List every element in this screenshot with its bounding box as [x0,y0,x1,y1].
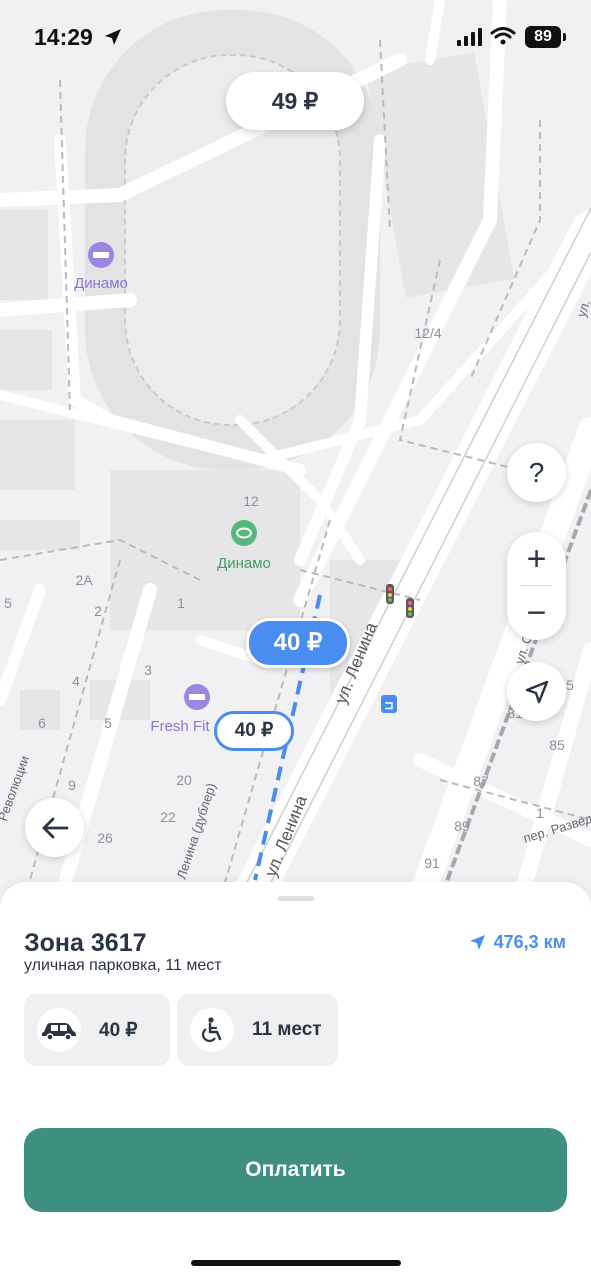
navigation-arrow-icon [469,935,485,950]
house-number: 5 [566,677,574,693]
wheelchair-icon [190,1008,234,1052]
poi-label: Fresh Fit [150,718,210,735]
zone-subtitle: уличная парковка, 11 мест [24,957,222,974]
price-marker-secondary[interactable]: 40 ₽ [214,711,294,751]
wifi-icon [490,27,516,45]
battery-level: 89 [525,26,561,48]
spots-chip: 11 мест [177,994,338,1066]
spots-chip-label: 11 мест [252,1019,322,1040]
house-number: 1 [536,805,544,821]
house-number: 3 [144,662,152,678]
house-number: 12 [243,493,259,509]
house-number: 87 [473,773,489,789]
poi-label: Динамо [217,555,271,572]
house-number: 6 [38,715,46,731]
house-number: 85 [549,737,565,753]
battery-tip [563,33,566,41]
distance-label: 476,3 км [469,932,566,953]
zoom-control: + − [507,532,566,640]
house-number: 1 [177,595,185,611]
status-bar: 14:29 89 [0,0,591,76]
my-location-button[interactable] [507,662,566,721]
help-icon: ? [528,456,545,488]
cellular-signal-icon [457,28,482,46]
house-number: 20 [176,772,192,788]
navigation-arrow-icon [525,680,548,703]
zoom-in-button[interactable]: + [507,532,566,586]
arrow-left-icon [42,817,68,838]
zone-bottom-sheet: Зона 3617 уличная парковка, 11 мест 476,… [0,882,591,1280]
house-number: 89 [454,818,470,834]
status-time: 14:29 [34,24,93,50]
zoom-out-button[interactable]: − [507,586,566,640]
house-number: 2А [75,572,93,588]
house-number: 2 [94,603,102,619]
svg-text:⊐: ⊐ [384,700,393,712]
house-number: 26 [97,830,113,846]
help-button[interactable]: ? [507,443,566,502]
house-number: 4 [72,673,80,689]
location-arrow-icon [105,29,121,45]
house-number: 5 [104,715,112,731]
price-chip-label: 40 ₽ [99,1019,138,1041]
map-view[interactable]: ⊐ Динамо Динамо Fresh Fit ул. Ленина ул.… [0,0,591,900]
car-icon [37,1008,81,1052]
house-number: 12/4 [414,325,441,341]
home-indicator[interactable] [191,1260,401,1266]
price-chip: 40 ₽ [24,994,170,1066]
house-number: 9 [68,777,76,793]
house-number: 22 [160,809,176,825]
pay-button[interactable]: Оплатить [24,1128,567,1212]
zone-title: Зона 3617 [24,929,147,957]
price-marker-selected[interactable]: 40 ₽ [246,618,350,668]
distance-value: 476,3 км [493,932,566,952]
price-marker-top[interactable]: 49 ₽ [226,72,364,130]
poi-label: Динамо [74,275,128,292]
house-number: 91 [424,855,440,871]
house-number: 5 [4,595,12,611]
back-button[interactable] [25,798,84,857]
sheet-drag-handle[interactable] [278,896,314,901]
stadium-icon [231,520,257,546]
